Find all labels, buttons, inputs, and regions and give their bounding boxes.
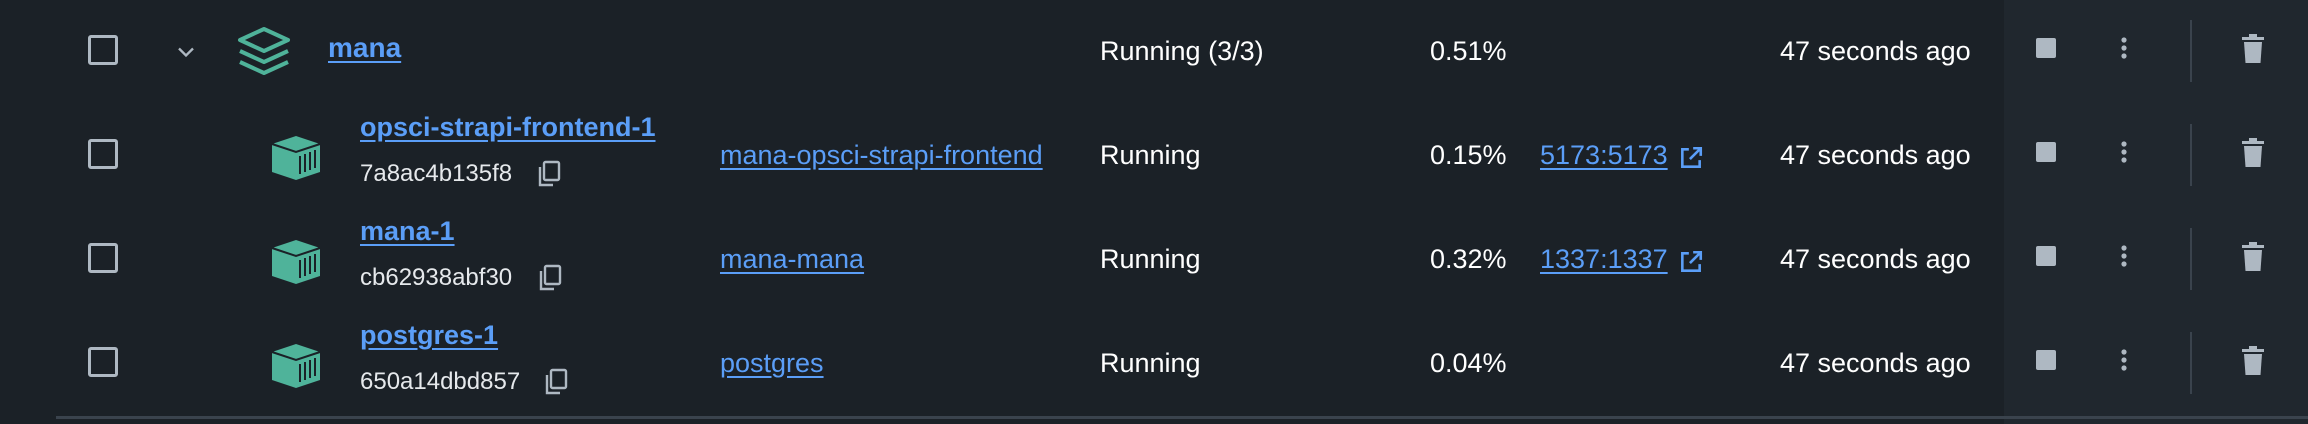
container-select-checkbox[interactable] xyxy=(88,243,118,273)
container-row[interactable]: mana-1 cb62938abf30 mana-mana Running 0.… xyxy=(0,208,2308,312)
container-ports[interactable]: 1337:1337 xyxy=(1540,244,1704,275)
containers-table: mana Running (3/3) 0.51% 47 seconds ago … xyxy=(0,0,2308,424)
group-started: 47 seconds ago xyxy=(1780,36,1971,66)
container-started: 47 seconds ago xyxy=(1780,348,1971,378)
table-bottom-border xyxy=(56,416,2308,419)
container-row[interactable]: postgres-1 650a14dbd857 postgres Running… xyxy=(0,312,2308,416)
container-name-link[interactable]: postgres-1 xyxy=(360,320,498,351)
action-divider xyxy=(2190,332,2192,394)
external-link-icon[interactable] xyxy=(1678,249,1704,275)
container-started: 47 seconds ago xyxy=(1780,244,1971,274)
container-status: Running xyxy=(1100,348,1201,378)
action-divider xyxy=(2190,20,2192,82)
trash-icon[interactable] xyxy=(2240,346,2266,376)
stop-icon[interactable] xyxy=(2036,38,2056,58)
copy-icon[interactable] xyxy=(543,368,569,396)
port-link[interactable]: 5173:5173 xyxy=(1540,140,1668,171)
more-vertical-icon[interactable] xyxy=(2112,238,2136,274)
stop-icon[interactable] xyxy=(2036,246,2056,266)
container-id: cb62938abf30 xyxy=(360,264,513,291)
group-cpu: 0.51% xyxy=(1430,36,1507,66)
container-box-icon xyxy=(271,240,321,284)
action-divider xyxy=(2190,124,2192,186)
container-box-icon xyxy=(271,136,321,180)
container-status: Running xyxy=(1100,244,1201,274)
container-name-link[interactable]: opsci-strapi-frontend-1 xyxy=(360,112,656,143)
trash-icon[interactable] xyxy=(2240,138,2266,168)
container-image-link[interactable]: postgres xyxy=(720,348,824,379)
container-cpu: 0.15% xyxy=(1430,140,1507,170)
stop-icon[interactable] xyxy=(2036,142,2056,162)
container-id: 650a14dbd857 xyxy=(360,368,521,395)
container-image-link[interactable]: mana-opsci-strapi-frontend xyxy=(720,140,1043,171)
trash-icon[interactable] xyxy=(2240,34,2266,64)
group-select-checkbox[interactable] xyxy=(88,35,118,65)
container-image-link[interactable]: mana-mana xyxy=(720,244,864,275)
container-select-checkbox[interactable] xyxy=(88,139,118,169)
external-link-icon[interactable] xyxy=(1678,145,1704,171)
container-started: 47 seconds ago xyxy=(1780,140,1971,170)
container-ports[interactable]: 5173:5173 xyxy=(1540,140,1704,171)
container-id: 7a8ac4b135f8 xyxy=(360,160,513,187)
copy-icon[interactable] xyxy=(536,160,562,188)
more-vertical-icon[interactable] xyxy=(2112,134,2136,170)
action-divider xyxy=(2190,228,2192,290)
chevron-down-icon[interactable] xyxy=(172,38,200,66)
container-cpu: 0.04% xyxy=(1430,348,1507,378)
container-select-checkbox[interactable] xyxy=(88,347,118,377)
layers-stack-icon xyxy=(238,27,290,75)
container-status: Running xyxy=(1100,140,1201,170)
more-vertical-icon[interactable] xyxy=(2112,342,2136,378)
group-status: Running (3/3) xyxy=(1100,36,1264,66)
container-name-link[interactable]: mana-1 xyxy=(360,216,455,247)
group-name-link[interactable]: mana xyxy=(328,32,401,64)
copy-icon[interactable] xyxy=(537,264,563,292)
trash-icon[interactable] xyxy=(2240,242,2266,272)
container-cpu: 0.32% xyxy=(1430,244,1507,274)
container-row[interactable]: opsci-strapi-frontend-1 7a8ac4b135f8 man… xyxy=(0,104,2308,208)
container-box-icon xyxy=(271,344,321,388)
group-row-mana[interactable]: mana Running (3/3) 0.51% 47 seconds ago xyxy=(0,0,2308,104)
more-vertical-icon[interactable] xyxy=(2112,30,2136,66)
stop-icon[interactable] xyxy=(2036,350,2056,370)
port-link[interactable]: 1337:1337 xyxy=(1540,244,1668,275)
